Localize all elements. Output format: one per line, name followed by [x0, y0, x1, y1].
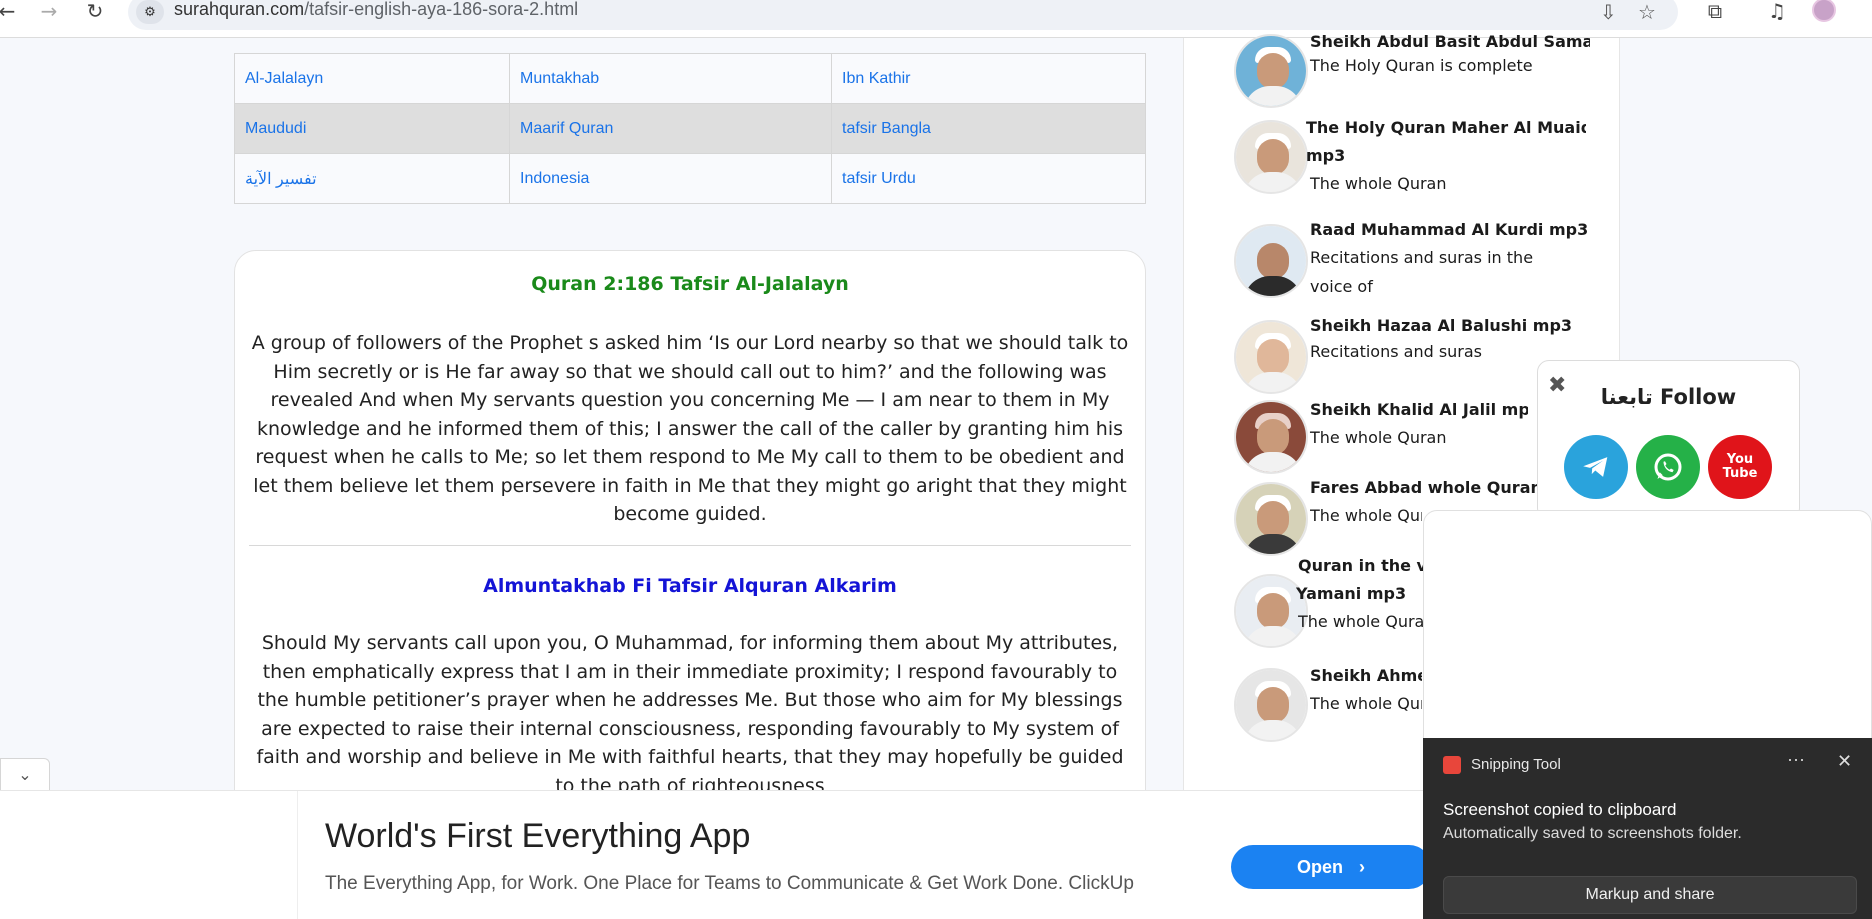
reciter-name[interactable]: Raad Muhammad Al Kurdi mp3 — [1310, 216, 1590, 245]
install-icon[interactable]: ⇩ — [1600, 0, 1617, 24]
markup-and-share-button[interactable]: Markup and share — [1443, 876, 1857, 914]
back-icon[interactable]: ← — [0, 0, 22, 23]
jalalayn-text: A group of followers of the Prophet s as… — [251, 332, 1129, 525]
tafsir-links-table: Al-Jalalayn Muntakhab Ibn Kathir Maududi… — [234, 53, 1146, 204]
link-muntakhab[interactable]: Muntakhab — [509, 53, 832, 104]
profile-icon[interactable] — [1812, 0, 1836, 22]
youtube-label-bottom: Tube — [1722, 466, 1758, 481]
avatar — [1234, 482, 1308, 556]
ad-headline[interactable]: World's First Everything App — [325, 817, 750, 856]
reciter-sub: The whole Qura — [1310, 506, 1422, 525]
chevron-right-icon: › — [1359, 856, 1365, 877]
link-indonesia[interactable]: Indonesia — [509, 153, 832, 204]
muntakhab-text: Should My servants call upon you, O Muha… — [256, 632, 1124, 797]
address-bar[interactable]: ⚙ surahquran.com/tafsir-english-aya-186-… — [128, 0, 1678, 30]
youtube-label: You Tube — [1723, 453, 1758, 481]
close-icon[interactable]: ✕ — [1837, 751, 1852, 772]
reciter-sub: The whole Quran — [1298, 612, 1424, 631]
avatar — [1234, 224, 1308, 298]
divider — [249, 545, 1131, 546]
follow-title: تابعنا Follow — [1600, 385, 1737, 409]
avatar — [1234, 400, 1308, 474]
site-info-icon[interactable]: ⚙ — [136, 0, 164, 24]
table-row: Maududi Maarif Quran tafsir Bangla — [234, 103, 1146, 154]
forward-icon[interactable]: → — [34, 0, 64, 23]
reciter-name-line2[interactable]: mp3 — [1306, 142, 1586, 171]
browser-toolbar: ← → ↻ ⚙ surahquran.com/tafsir-english-ay… — [0, 0, 1872, 38]
table-row: تفسير الآية Indonesia tafsir Urdu — [234, 153, 1146, 204]
link-al-jalalayn[interactable]: Al-Jalalayn — [234, 53, 510, 104]
snipping-tool-toast: Snipping Tool ⋯ ✕ Screenshot copied to c… — [1423, 738, 1872, 919]
avatar — [1234, 320, 1308, 394]
reciter-name[interactable]: Quran in the voi — [1298, 552, 1424, 581]
muntakhab-heading: Almuntakhab Fi Tafsir Alquran Alkarim — [483, 575, 897, 597]
reciter-name[interactable]: Sheikh Khalid Al Jalil mp3 Kor — [1310, 396, 1528, 425]
url-text[interactable]: surahquran.com/tafsir-english-aya-186-so… — [174, 0, 578, 20]
ad-description: The Everything App, for Work. One Place … — [325, 873, 1134, 894]
reciter-name[interactable]: The Holy Quran Maher Al Muaiqly — [1306, 114, 1586, 143]
ad-open-button[interactable]: Open › — [1231, 845, 1431, 889]
reciter-name[interactable]: Sheikh Ahmed — [1310, 662, 1422, 691]
more-options-icon[interactable]: ⋯ — [1787, 750, 1805, 771]
link-maududi[interactable]: Maududi — [234, 103, 510, 154]
toast-title: Screenshot copied to clipboard — [1443, 800, 1677, 819]
media-icon[interactable]: ♫ — [1762, 0, 1792, 23]
link-ibn-kathir[interactable]: Ibn Kathir — [831, 53, 1146, 104]
reciter-sub: Recitations and suras in the voice of — [1310, 248, 1534, 296]
reciter-sub: The whole Quran — [1310, 174, 1447, 193]
link-tafsir-bangla[interactable]: tafsir Bangla — [831, 103, 1146, 154]
ad-open-label: Open — [1296, 856, 1343, 877]
table-row: Al-Jalalayn Muntakhab Ibn Kathir — [234, 53, 1146, 104]
extensions-icon[interactable]: ⧉ — [1700, 0, 1730, 23]
link-tafsir-arabic[interactable]: تفسير الآية — [234, 153, 510, 204]
toast-message: Automatically saved to screenshots folde… — [1443, 825, 1742, 842]
url-host: surahquran.com — [174, 0, 305, 19]
avatar — [1234, 668, 1308, 742]
chevron-down-icon[interactable]: ⌄ — [0, 758, 50, 790]
telegram-icon[interactable] — [1564, 435, 1628, 499]
reciter-name-line2[interactable]: Yamani mp3 — [1296, 580, 1422, 609]
toast-app-name: Snipping Tool — [1471, 756, 1561, 773]
ad-image-area — [0, 791, 298, 919]
bookmark-star-icon[interactable]: ☆ — [1638, 0, 1656, 24]
jalalayn-heading: Quran 2:186 Tafsir Al-Jalalayn — [531, 273, 849, 295]
url-path: /tafsir-english-aya-186-sora-2.html — [304, 0, 579, 19]
avatar — [1234, 34, 1308, 108]
reciter-sub: The whole Qura — [1310, 694, 1422, 713]
whatsapp-icon[interactable] — [1636, 435, 1700, 499]
reciter-name[interactable]: Sheikh Hazaa Al Balushi mp3 — [1310, 312, 1590, 341]
link-tafsir-urdu[interactable]: tafsir Urdu — [831, 153, 1146, 204]
snipping-tool-icon — [1443, 756, 1461, 774]
follow-card: ✖ تابعنا Follow You Tube — [1537, 360, 1800, 520]
reload-icon[interactable]: ↻ — [80, 0, 110, 23]
youtube-icon[interactable]: You Tube — [1708, 435, 1772, 499]
link-maarif-quran[interactable]: Maarif Quran — [509, 103, 832, 154]
reciter-sub: The Holy Quran is complete — [1310, 56, 1533, 75]
youtube-label-top: You — [1726, 452, 1754, 467]
avatar — [1234, 120, 1308, 194]
